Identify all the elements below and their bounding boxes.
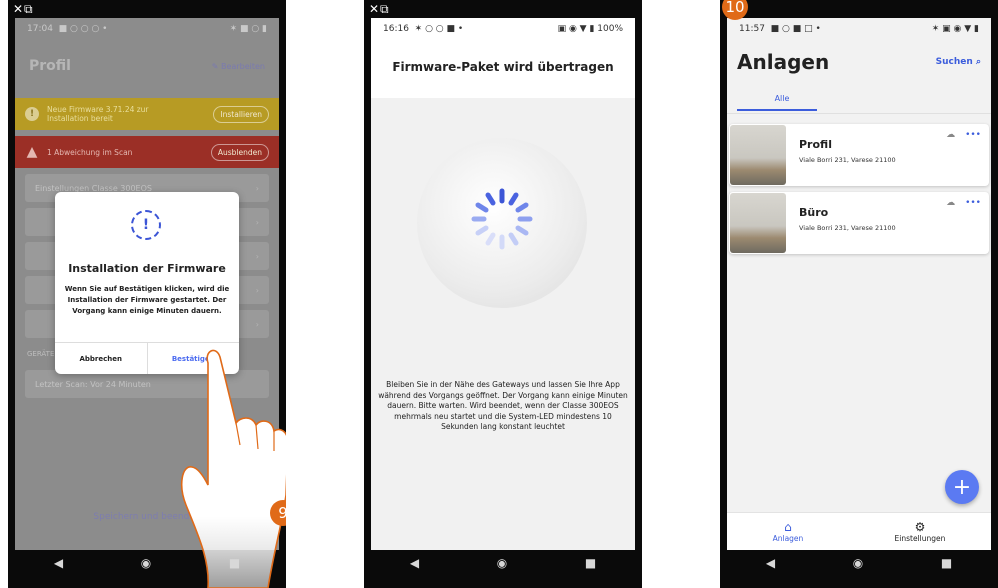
close-expand-icons: ✕⧉ <box>13 2 34 16</box>
battery-percent: 100% <box>597 24 623 34</box>
plant-card[interactable]: Büro Viale Borri 231, Varese 21100 ☁ ••• <box>729 192 989 254</box>
info-icon: ! <box>25 107 39 121</box>
recent-apps-icon[interactable]: ■ <box>229 556 240 570</box>
dialog-title: Installation der Firmware <box>68 262 226 275</box>
edit-button[interactable]: ✎ Bearbeiten <box>212 62 265 71</box>
home-outline-icon: ⌂ <box>784 520 792 534</box>
recent-apps-icon[interactable]: ■ <box>585 556 596 570</box>
status-right-icons: ✶ ■ ○ ▮ <box>229 24 267 34</box>
header: Profil ✎ Bearbeiten <box>15 40 279 92</box>
phone-firmware-transfer: ✕⧉ 16:16 ✶ ○ ○ ■ • ▣ ◉ ▼ ▮ 100% Firmware… <box>364 0 642 588</box>
search-label: Suchen <box>935 57 973 67</box>
more-options-icon[interactable]: ••• <box>965 130 981 140</box>
home-icon[interactable]: ◉ <box>497 556 507 570</box>
edit-label: Bearbeiten <box>221 61 265 71</box>
status-bar: 11:57 ■ ○ ■ □ • ✶ ▣ ◉ ▼ ▮ <box>727 18 991 40</box>
tab-settings[interactable]: ⚙ Einstellungen <box>895 520 946 543</box>
plant-name: Profil <box>799 138 832 151</box>
cloud-icon: ☁ <box>946 198 956 208</box>
status-icons: ■ ○ ■ □ • <box>770 24 821 34</box>
plant-address: Viale Borri 231, Varese 21100 <box>799 156 896 164</box>
back-icon[interactable]: ◀ <box>410 556 419 570</box>
wait-message: Bleiben Sie in der Nähe des Gateways und… <box>378 380 628 431</box>
back-icon[interactable]: ◀ <box>766 556 775 570</box>
tab-all[interactable]: Alle <box>747 94 817 103</box>
home-icon[interactable]: ◉ <box>141 556 151 570</box>
tab-bar: Alle <box>727 84 991 114</box>
search-button[interactable]: Suchen ⌕ <box>936 57 981 67</box>
tab-indicator <box>737 109 817 111</box>
plant-card[interactable]: Profil Viale Borri 231, Varese 21100 ☁ ••… <box>729 124 989 186</box>
header: Anlagen Suchen ⌕ <box>727 40 991 84</box>
plant-name: Büro <box>799 206 829 219</box>
exclamation-icon: ! <box>131 210 161 240</box>
screen: 11:57 ■ ○ ■ □ • ✶ ▣ ◉ ▼ ▮ Anlagen Suchen… <box>727 18 991 550</box>
last-scan-label: Letzter Scan: Vor 24 Minuten <box>35 379 151 389</box>
tab-settings-label: Einstellungen <box>894 534 946 543</box>
loading-spinner-icon <box>471 188 533 250</box>
cloud-icon: ☁ <box>946 130 956 140</box>
status-bar: 16:16 ✶ ○ ○ ■ • ▣ ◉ ▼ ▮ 100% <box>383 24 623 34</box>
firmware-banner-text: Neue Firmware 3.71.24 zur Installation b… <box>47 105 149 123</box>
deviation-banner: ▲ 1 Abweichung im Scan Ausblenden <box>15 136 279 168</box>
add-plant-button[interactable]: + <box>945 470 979 504</box>
step-badge: 10 <box>722 0 748 20</box>
status-right-icons: ✶ ▣ ◉ ▼ ▮ <box>931 24 979 34</box>
gear-icon: ⚙ <box>914 520 926 534</box>
firmware-banner: ! Neue Firmware 3.71.24 zur Installation… <box>15 98 279 130</box>
tab-plants[interactable]: ⌂ Anlagen <box>773 520 804 543</box>
plant-thumbnail <box>730 125 786 185</box>
chevron-right-icon: › <box>255 217 259 227</box>
chevron-right-icon: › <box>255 183 259 193</box>
page-title: Firmware-Paket wird übertragen <box>392 60 614 74</box>
recent-apps-icon[interactable]: ■ <box>941 556 952 570</box>
plant-thumbnail <box>730 193 786 253</box>
page-title: Profil <box>29 58 71 74</box>
status-icons: ✶ ○ ○ ■ • <box>414 24 464 34</box>
more-options-icon[interactable]: ••• <box>965 198 981 208</box>
android-nav-bar: ◀ ◉ ■ <box>727 550 991 576</box>
plant-address: Viale Borri 231, Varese 21100 <box>799 224 896 232</box>
status-time: 17:04 <box>27 24 53 34</box>
tab-plants-label: Anlagen <box>772 534 804 543</box>
chevron-right-icon: › <box>255 251 259 261</box>
home-icon[interactable]: ◉ <box>853 556 863 570</box>
android-nav-bar: ◀ ◉ ■ <box>371 550 635 576</box>
status-time: 16:16 <box>383 24 409 34</box>
chevron-right-icon: › <box>255 319 259 329</box>
search-icon: ⌕ <box>975 57 981 67</box>
hide-button[interactable]: Ausblenden <box>210 143 269 161</box>
back-icon[interactable]: ◀ <box>54 556 63 570</box>
status-icons: ■ ○ ○ ○ • <box>58 24 108 34</box>
phone-firmware-dialog: ✕⧉ 17:04 ■ ○ ○ ○ • ✶ ■ ○ ▮ Profil ✎ Bear… <box>8 0 286 588</box>
screen: 16:16 ✶ ○ ○ ■ • ▣ ◉ ▼ ▮ 100% Firmware-Pa… <box>371 18 635 550</box>
bottom-tab-bar: ⌂ Anlagen ⚙ Einstellungen <box>727 512 991 550</box>
chevron-right-icon: › <box>255 285 259 295</box>
android-nav-bar: ◀ ◉ ■ <box>15 550 279 576</box>
install-button[interactable]: Installieren <box>213 105 269 123</box>
status-time: 11:57 <box>739 24 765 34</box>
warning-icon: ▲ <box>26 144 38 160</box>
phone-plants-list: ⧉ 11:57 ■ ○ ■ □ • ✶ ▣ ◉ ▼ ▮ Anlagen Such… <box>720 0 998 588</box>
cancel-button[interactable]: Abbrechen <box>55 343 148 374</box>
close-expand-icons: ✕⧉ <box>369 2 390 16</box>
page-title: Anlagen <box>737 50 830 74</box>
dialog-text: Wenn Sie auf Bestätigen klicken, wird di… <box>64 285 230 315</box>
stage: ✕⧉ 17:04 ■ ○ ○ ○ • ✶ ■ ○ ▮ Profil ✎ Bear… <box>0 0 998 588</box>
deviation-banner-text: 1 Abweichung im Scan <box>47 147 133 157</box>
status-bar: 17:04 ■ ○ ○ ○ • ✶ ■ ○ ▮ <box>15 18 279 40</box>
